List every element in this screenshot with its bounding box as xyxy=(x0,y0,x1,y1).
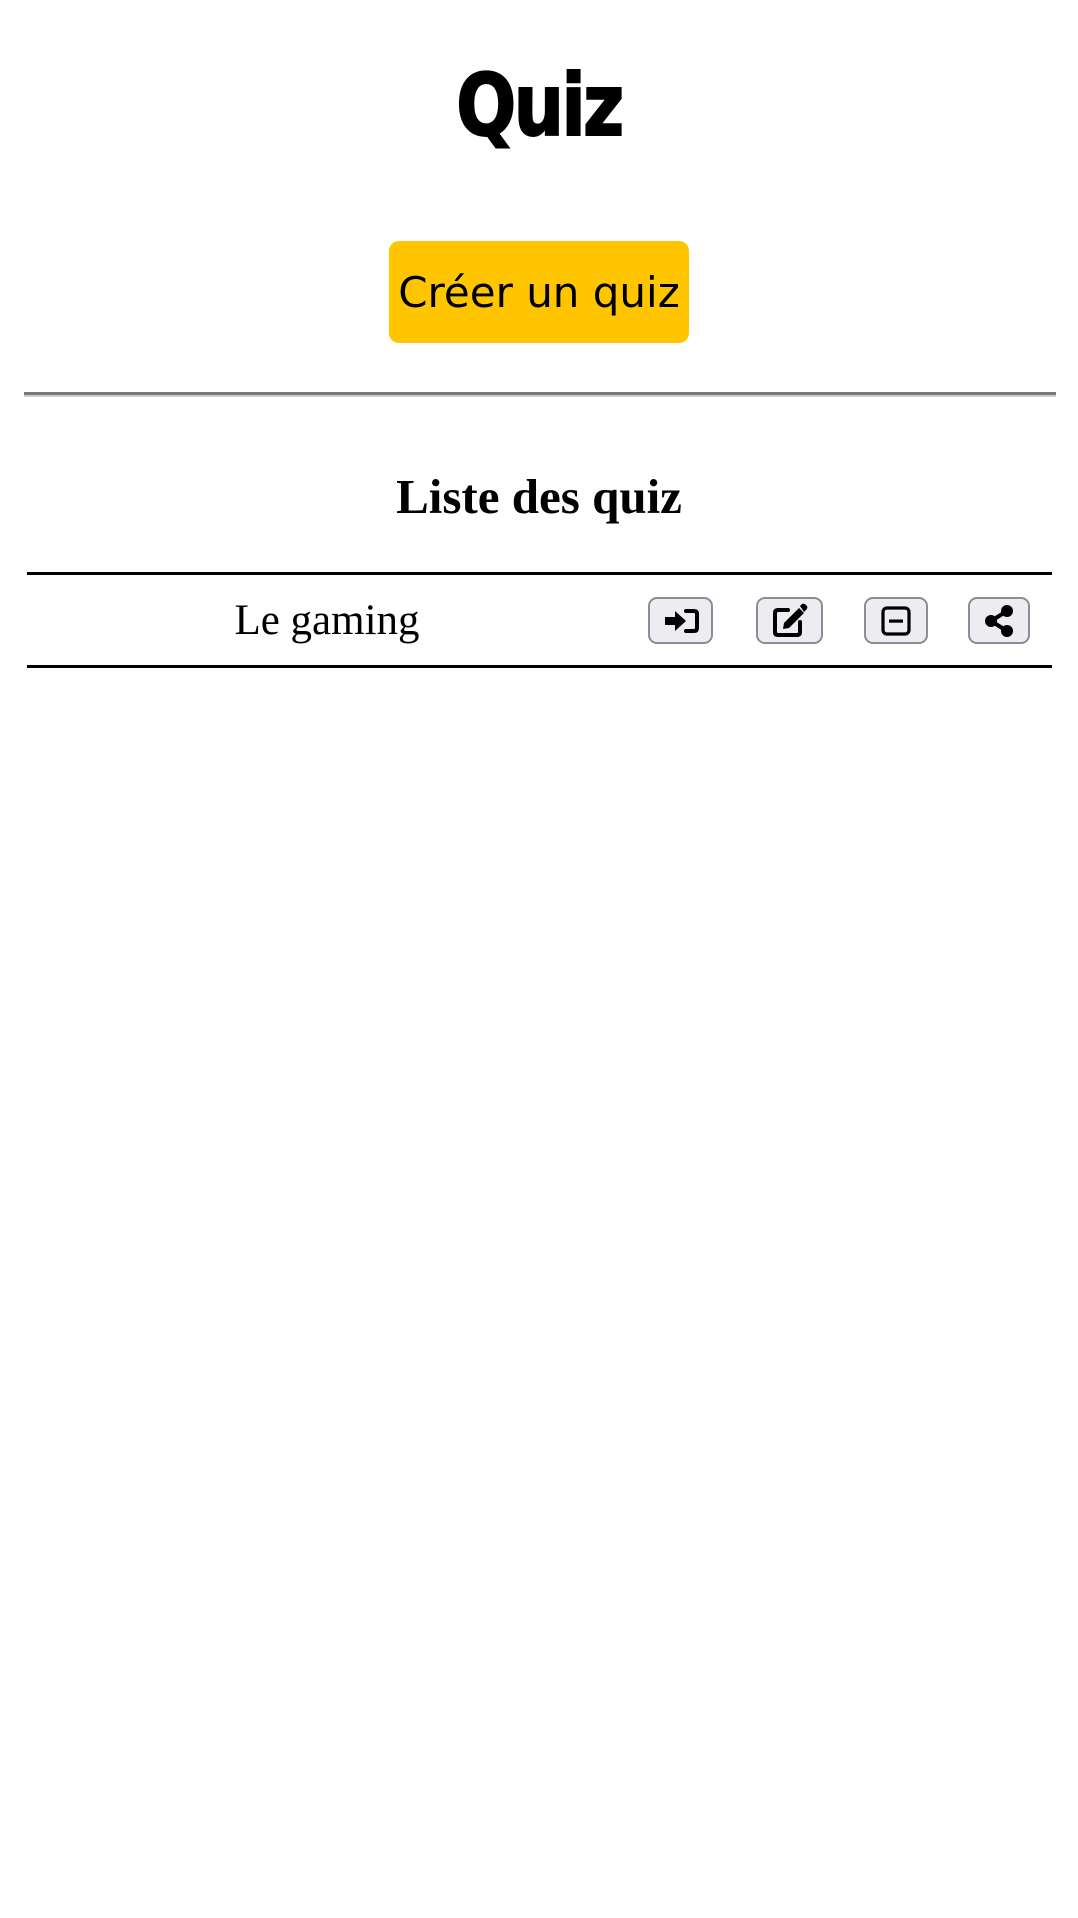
delete-quiz-button[interactable] xyxy=(864,597,928,644)
page-title: Quiz xyxy=(455,55,625,157)
quiz-name: Le gaming xyxy=(234,596,420,644)
divider xyxy=(24,392,1056,397)
enter-icon xyxy=(664,608,699,633)
share-quiz-button[interactable] xyxy=(968,597,1030,644)
play-quiz-button[interactable] xyxy=(648,597,713,644)
delete-icon xyxy=(881,605,911,636)
share-icon xyxy=(985,604,1013,637)
create-quiz-button[interactable]: Créer un quiz xyxy=(389,241,689,343)
edit-icon xyxy=(772,603,807,637)
edit-quiz-button[interactable] xyxy=(756,597,823,644)
table-row: Le gaming xyxy=(27,572,1052,668)
quiz-list-heading: Liste des quiz xyxy=(396,469,682,524)
